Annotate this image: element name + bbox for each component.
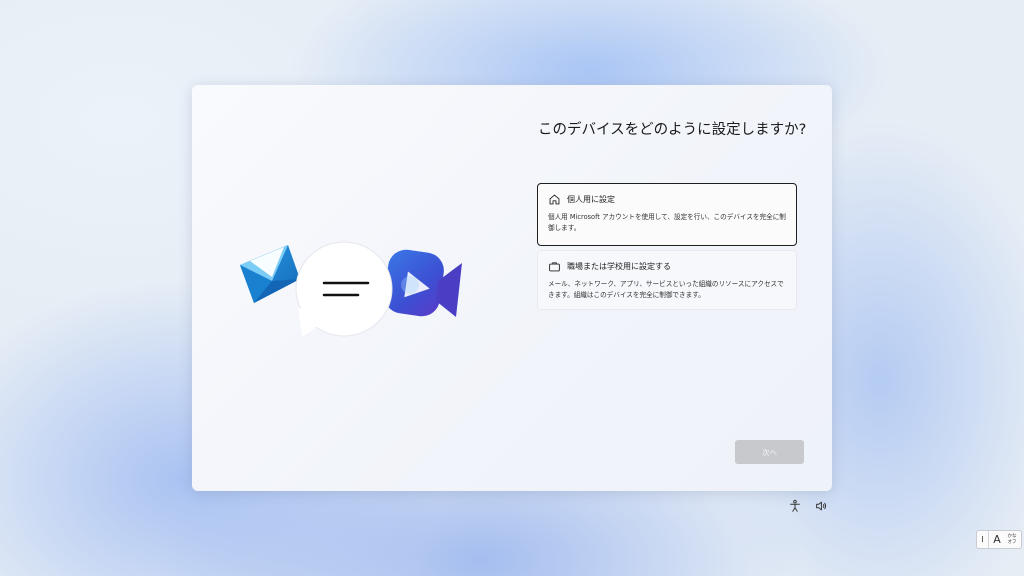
option-personal-description: 個人用 Microsoft アカウントを使用して、設定を行い、このデバイスを完全… <box>548 213 786 232</box>
accessibility-icon[interactable] <box>788 499 802 513</box>
option-work-school-description: メール、ネットワーク、アプリ、サービスといった組織のリソースにアクセスできます。… <box>548 280 784 299</box>
mail-icon <box>240 245 300 303</box>
home-icon <box>549 194 560 205</box>
setup-illustration <box>240 241 462 337</box>
ime-indicator[interactable]: I A かな オフ <box>976 530 1022 549</box>
ime-kana-bottom: オフ <box>1007 539 1017 545</box>
option-work-school[interactable]: 職場または学校用に設定する メール、ネットワーク、アプリ、サービスといった組織の… <box>537 250 797 310</box>
ime-kana-top: かな <box>1007 534 1017 539</box>
setup-window: このデバイスをどのように設定しますか? 個人用に設定 個人用 Microsoft… <box>192 85 832 491</box>
volume-icon[interactable] <box>814 499 828 513</box>
page-title: このデバイスをどのように設定しますか? <box>538 122 807 138</box>
option-personal-title: 個人用に設定 <box>567 195 615 204</box>
option-personal[interactable]: 個人用に設定 個人用 Microsoft アカウントを使用して、設定を行い、この… <box>537 183 797 246</box>
option-personal-header: 個人用に設定 <box>548 192 786 207</box>
briefcase-icon <box>549 262 560 272</box>
next-button[interactable]: 次へ <box>735 440 804 464</box>
option-work-school-header: 職場または学校用に設定する <box>548 259 786 274</box>
video-icon <box>384 249 462 317</box>
ime-mode: A <box>993 533 1001 546</box>
ime-cursor-icon: I <box>977 531 989 548</box>
option-work-school-title: 職場または学校用に設定する <box>567 262 671 271</box>
chat-bubble-icon <box>295 241 393 337</box>
ime-kana-status: かな オフ <box>1005 534 1019 545</box>
